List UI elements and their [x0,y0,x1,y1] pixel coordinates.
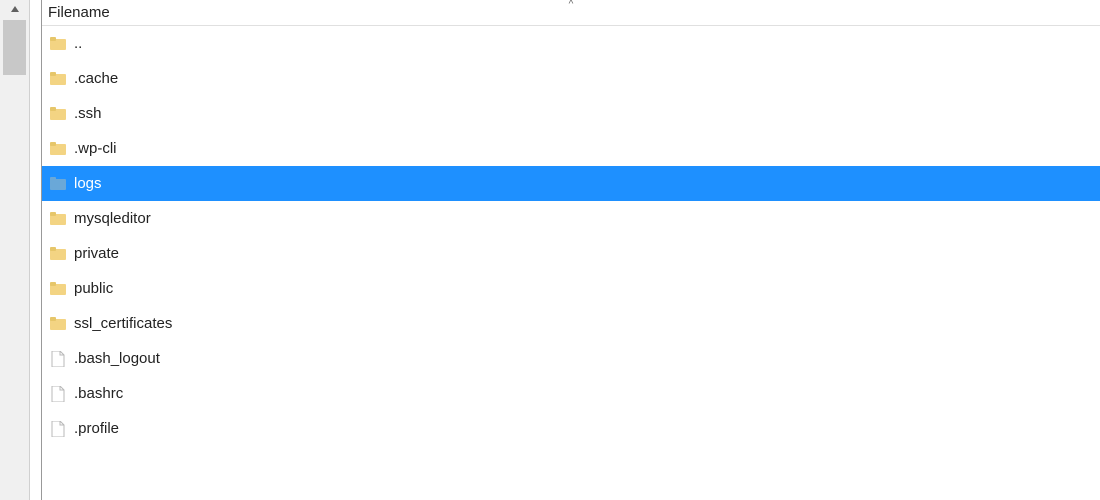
folder-icon [48,174,68,194]
file-row[interactable]: .bash_logout [42,341,1100,376]
filename-label: .cache [74,70,118,87]
sort-indicator-icon: ^ [569,0,574,10]
folder-icon [48,314,68,334]
file-row[interactable]: .. [42,26,1100,61]
column-header-label: Filename [48,4,110,21]
file-row[interactable]: public [42,271,1100,306]
filename-label: .bashrc [74,385,123,402]
filename-label: mysqleditor [74,210,151,227]
file-row[interactable]: .bashrc [42,376,1100,411]
file-list: .. .cache .ssh .wp-cli logs mysqleditor … [42,26,1100,446]
folder-icon [48,34,68,54]
file-icon [48,419,68,439]
left-scrollbar[interactable] [0,0,30,500]
folder-icon [48,209,68,229]
filename-label: .wp-cli [74,140,117,157]
file-row[interactable]: .wp-cli [42,131,1100,166]
folder-icon [48,104,68,124]
filename-label: .profile [74,420,119,437]
folder-icon [48,69,68,89]
scroll-thumb[interactable] [3,20,26,75]
file-row[interactable]: .cache [42,61,1100,96]
file-icon [48,349,68,369]
file-row[interactable]: .profile [42,411,1100,446]
filename-label: .bash_logout [74,350,160,367]
filename-label: .ssh [74,105,102,122]
file-icon [48,384,68,404]
file-row[interactable]: mysqleditor [42,201,1100,236]
file-row[interactable]: .ssh [42,96,1100,131]
filename-label: .. [74,35,82,52]
column-header-filename[interactable]: Filename ^ [42,0,1100,26]
scroll-track[interactable] [0,18,29,500]
filename-label: private [74,245,119,262]
filename-label: logs [74,175,102,192]
file-row[interactable]: ssl_certificates [42,306,1100,341]
panel-divider[interactable] [30,0,42,500]
file-row[interactable]: private [42,236,1100,271]
filename-label: ssl_certificates [74,315,172,332]
file-panel: Filename ^ .. .cache .ssh .wp-cli logs m… [42,0,1100,500]
folder-icon [48,139,68,159]
filename-label: public [74,280,113,297]
scroll-up-arrow[interactable] [0,0,29,18]
folder-icon [48,279,68,299]
file-row[interactable]: logs [42,166,1100,201]
folder-icon [48,244,68,264]
